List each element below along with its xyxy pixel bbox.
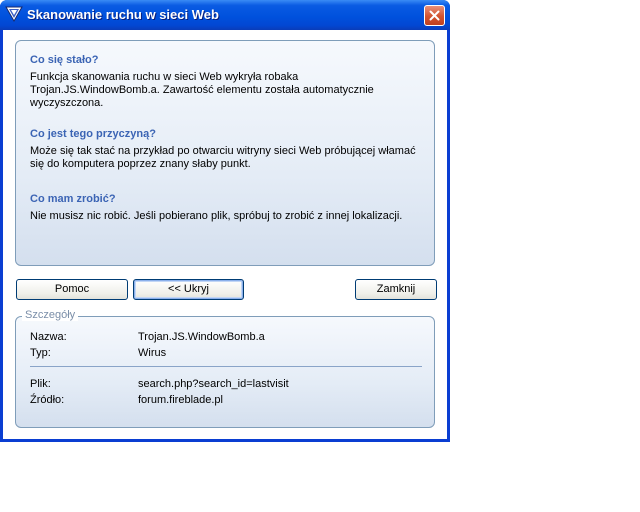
detail-row-type: Typ: Wirus [30,347,420,361]
details-legend: Szczegóły [22,309,79,321]
cause-heading: Co jest tego przyczyną? [30,128,156,140]
details-separator [30,366,422,367]
detail-row-file: Plik: search.php?search_id=lastvisit [30,378,420,392]
source-label: Źródło: [30,394,65,406]
name-label: Nazwa: [30,331,67,343]
antivirus-logo-icon [5,5,23,23]
name-value: Trojan.JS.WindowBomb.a [138,331,265,343]
what-happened-heading: Co się stało? [30,54,99,66]
window-close-button[interactable] [424,5,445,26]
alert-window: Skanowanie ruchu w sieci Web Co się stał… [0,0,450,442]
detail-row-source: Źródło: forum.fireblade.pl [30,394,420,408]
what-happened-text: Funkcja skanowania ruchu w sieci Web wyk… [30,71,374,109]
cause-section: Co jest tego przyczyną? Może się tak sta… [30,128,420,171]
detail-row-name: Nazwa: Trojan.JS.WindowBomb.a [30,331,420,345]
file-label: Plik: [30,378,51,390]
file-value: search.php?search_id=lastvisit [138,378,289,390]
type-value: Wirus [138,347,167,359]
title-bar[interactable]: Skanowanie ruchu w sieci Web [0,0,450,30]
what-happened-section: Co się stało? Funkcja skanowania ruchu w… [30,54,420,110]
action-section: Co mam zrobić? Nie musisz nic robić. Jeś… [30,193,420,223]
info-panel: Co się stało? Funkcja skanowania ruchu w… [15,40,435,266]
hide-details-button[interactable]: << Ukryj [133,279,244,300]
dialog-body: Co się stało? Funkcja skanowania ruchu w… [3,30,447,439]
type-label: Typ: [30,347,51,359]
source-value: forum.fireblade.pl [138,394,223,406]
details-group: Szczegóły Nazwa: Trojan.JS.WindowBomb.a … [15,309,435,428]
close-icon [429,10,440,21]
action-text: Nie musisz nic robić. Jeśli pobierano pl… [30,210,403,222]
action-heading: Co mam zrobić? [30,193,116,205]
help-button[interactable]: Pomoc [16,279,128,300]
close-button[interactable]: Zamknij [355,279,437,300]
cause-text: Może się tak stać na przykład po otwarci… [30,145,416,170]
window-title: Skanowanie ruchu w sieci Web [27,7,219,22]
